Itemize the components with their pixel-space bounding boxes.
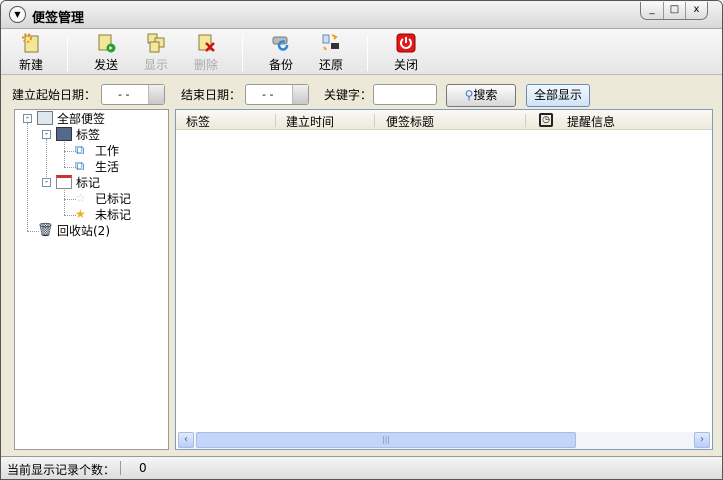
close-window-button[interactable]: x bbox=[685, 2, 707, 19]
record-count-label: 当前显示记录个数： bbox=[7, 463, 116, 477]
tree-node-tags[interactable]: 标签 bbox=[56, 126, 100, 142]
node-label: 标记 bbox=[76, 175, 101, 190]
tags-icon bbox=[56, 127, 72, 141]
new-button[interactable]: 新建 bbox=[9, 33, 53, 73]
toolbar: 新建 发送 显示 删除 备份 还原 关闭 bbox=[1, 29, 722, 75]
end-date-label: 结束日期： bbox=[181, 88, 242, 102]
power-icon bbox=[396, 33, 416, 53]
node-label: 全部便签 bbox=[57, 111, 106, 126]
collapse-toggle[interactable]: - bbox=[23, 114, 32, 123]
tree-node-trash[interactable]: 🗑 回收站(2) bbox=[37, 222, 110, 238]
paperclip-icon: ⧉ bbox=[75, 159, 85, 174]
dropdown-button[interactable] bbox=[292, 85, 308, 104]
maximize-button[interactable]: □ bbox=[663, 2, 685, 19]
close-button[interactable]: 关闭 bbox=[384, 33, 428, 73]
table-header: 标签 建立时间 便签标题 ◷ 提醒信息 bbox=[176, 110, 712, 130]
node-label: 生活 bbox=[95, 159, 120, 174]
keyword-input[interactable] bbox=[373, 84, 437, 105]
dropdown-button[interactable] bbox=[148, 85, 164, 104]
search-label: 搜索 bbox=[473, 88, 498, 102]
star-outline-icon: ☆ bbox=[75, 191, 86, 205]
send-icon bbox=[98, 34, 116, 53]
clock-icon: ◷ bbox=[539, 113, 553, 127]
restore-button[interactable]: 还原 bbox=[309, 33, 353, 73]
show-all-button[interactable]: 全部显示 bbox=[526, 84, 590, 107]
node-label: 标签 bbox=[76, 127, 101, 142]
notes-table: 标签 建立时间 便签标题 ◷ 提醒信息 ‹ ||| › bbox=[175, 109, 713, 450]
record-count-value: 0 bbox=[139, 461, 147, 475]
window-menu-button[interactable]: ▼ bbox=[9, 6, 26, 23]
collapse-toggle[interactable]: - bbox=[42, 130, 51, 139]
column-header-created[interactable]: 建立时间 bbox=[286, 113, 334, 130]
toolbar-separator bbox=[67, 35, 68, 71]
delete-button[interactable]: 删除 bbox=[184, 33, 228, 73]
tree-node-work[interactable]: ⧉ 工作 bbox=[75, 142, 119, 158]
calendar-check-icon bbox=[56, 175, 72, 189]
status-bar: 当前显示记录个数： 0 bbox=[1, 456, 722, 479]
keyword-label: 关键字： bbox=[324, 88, 373, 102]
start-date-value: - - bbox=[118, 88, 130, 101]
tree-node-marked[interactable]: ☆ 已标记 bbox=[75, 190, 131, 206]
backup-button[interactable]: 备份 bbox=[259, 33, 303, 73]
toolbar-separator bbox=[367, 35, 368, 71]
column-header-reminder[interactable]: 提醒信息 bbox=[567, 113, 615, 130]
show-notes-icon bbox=[147, 33, 165, 53]
minimize-button[interactable]: _ bbox=[641, 2, 663, 19]
tree-node-unmarked[interactable]: ★ 未标记 bbox=[75, 206, 131, 222]
start-date-picker[interactable]: - - bbox=[101, 84, 165, 105]
window-title: 便签管理 bbox=[32, 11, 85, 26]
end-date-picker[interactable]: - - bbox=[245, 84, 309, 105]
search-button[interactable]: ⚲搜索 bbox=[446, 84, 516, 107]
restore-icon bbox=[322, 34, 339, 51]
end-date-value: - - bbox=[262, 88, 274, 101]
title-bar: ▼ 便签管理 _ □ x bbox=[1, 1, 722, 29]
show-button[interactable]: 显示 bbox=[134, 33, 178, 73]
category-tree: - - - 全部便签 标签 ⧉ 工作 ⧉ 生活 标记 ☆ 已标记 ★ 未标记 🗑 回收站(… bbox=[14, 109, 169, 450]
column-header-title[interactable]: 便签标题 bbox=[386, 113, 434, 130]
delete-icon bbox=[198, 34, 215, 52]
collapse-toggle[interactable]: - bbox=[42, 178, 51, 187]
node-label: 未标记 bbox=[95, 207, 132, 222]
paperclip-icon: ⧉ bbox=[75, 143, 85, 158]
new-note-icon bbox=[22, 33, 39, 53]
scroll-left-button[interactable]: ‹ bbox=[178, 432, 194, 448]
backup-icon bbox=[272, 36, 289, 51]
trash-icon: 🗑 bbox=[37, 223, 54, 238]
star-icon: ★ bbox=[75, 207, 86, 221]
notes-board-icon bbox=[37, 111, 53, 125]
node-label: 工作 bbox=[95, 143, 120, 158]
node-label: 已标记 bbox=[95, 191, 132, 206]
horizontal-scrollbar[interactable]: ‹ ||| › bbox=[178, 432, 710, 449]
scroll-right-button[interactable]: › bbox=[694, 432, 710, 448]
node-label: 回收站(2) bbox=[57, 223, 110, 238]
window: ▼ 便签管理 _ □ x 新建 发送 显示 删除 备份 还原 关闭 建立起始日期… bbox=[0, 0, 723, 480]
send-button[interactable]: 发送 bbox=[84, 33, 128, 73]
start-date-label: 建立起始日期： bbox=[12, 88, 97, 102]
window-controls: _ □ x bbox=[640, 2, 708, 20]
toolbar-separator bbox=[242, 35, 243, 71]
tree-node-all-notes[interactable]: 全部便签 bbox=[37, 110, 105, 126]
tree-node-life[interactable]: ⧉ 生活 bbox=[75, 158, 119, 174]
tree-node-marks[interactable]: 标记 bbox=[56, 174, 100, 190]
column-header-tag[interactable]: 标签 bbox=[186, 113, 210, 130]
scrollbar-thumb[interactable]: ||| bbox=[196, 432, 576, 448]
